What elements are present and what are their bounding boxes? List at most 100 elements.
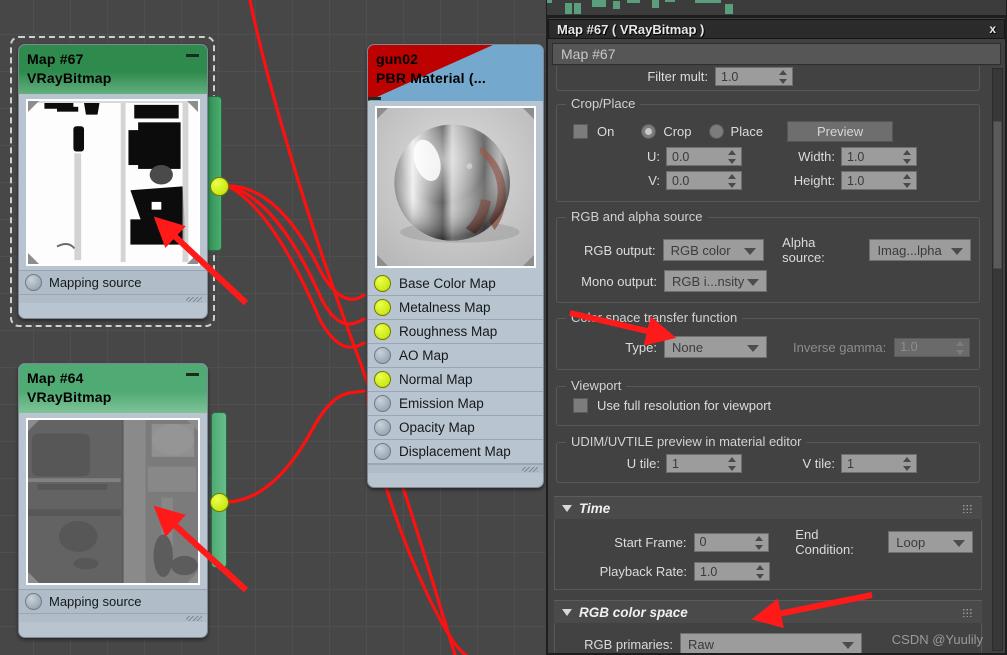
inverse-gamma-label: Inverse gamma: — [793, 339, 887, 355]
panel-vertical-scrollbar[interactable] — [992, 68, 1003, 651]
chevron-down-icon[interactable] — [842, 642, 854, 649]
node-editor-canvas[interactable]: Map #67 VRayBitmap Mapping source Map #6… — [0, 0, 546, 655]
panel-scroll-area[interactable]: Filter mult: 1.0 Crop/Place On Crop Plac… — [548, 66, 1005, 655]
slot-port-icon[interactable] — [374, 443, 391, 460]
mono-output-dropdown[interactable]: RGB i...nsity — [664, 270, 767, 292]
chevron-down-icon[interactable] — [951, 248, 963, 255]
slot-port-icon[interactable] — [374, 275, 391, 292]
table-row[interactable]: Normal Map — [368, 368, 543, 392]
node-header[interactable]: Map #67 VRayBitmap — [19, 45, 207, 94]
input-port-icon[interactable] — [25, 274, 42, 291]
v-tile-stepper[interactable]: 1 — [841, 454, 917, 473]
node-resize-grip[interactable] — [19, 294, 207, 303]
map-name-input[interactable]: Map #67 — [552, 43, 1001, 65]
start-frame-label: Start Frame: — [614, 534, 687, 550]
slot-port-icon[interactable] — [374, 371, 391, 388]
node-thumbnail-wrap — [19, 413, 207, 589]
rgb-primaries-dropdown[interactable]: Raw — [680, 633, 862, 655]
place-radio[interactable] — [708, 124, 724, 139]
u-stepper[interactable]: 0.0 — [666, 147, 742, 166]
node-header[interactable]: gun02 PBR Material (... — [368, 45, 543, 101]
thumb-corner-icon — [523, 108, 534, 119]
inverse-gamma-value: 1.0 — [900, 340, 918, 354]
preview-button[interactable]: Preview — [787, 121, 894, 142]
stepper-arrows-icon[interactable] — [728, 174, 737, 188]
alpha-source-dropdown[interactable]: Imag...lpha — [869, 239, 971, 261]
rgb-alpha-source-group: RGB and alpha source RGB output: RGB col… — [556, 209, 980, 303]
node-input-mapping-source[interactable]: Mapping source — [19, 589, 207, 613]
end-condition-dropdown[interactable]: Loop — [888, 531, 973, 553]
stepper-arrows-icon[interactable] — [779, 70, 788, 84]
minus-icon[interactable] — [186, 373, 199, 376]
node-thumbnail-material[interactable] — [375, 106, 536, 268]
chevron-down-icon[interactable] — [952, 540, 965, 547]
rgb-output-dropdown[interactable]: RGB color — [662, 239, 765, 261]
chevron-down-icon[interactable] — [747, 345, 759, 352]
node-resize-grip[interactable] — [19, 613, 207, 622]
chevron-down-icon[interactable] — [744, 248, 757, 255]
crop-on-checkbox[interactable] — [573, 124, 588, 139]
table-row[interactable]: AO Map — [368, 344, 543, 368]
node-resize-grip[interactable] — [368, 464, 543, 473]
node-output-port[interactable] — [210, 177, 229, 196]
node-output-port[interactable] — [210, 493, 229, 512]
table-row[interactable]: Opacity Map — [368, 416, 543, 440]
rollout-header-time[interactable]: Time — [554, 496, 982, 519]
slot-port-icon[interactable] — [374, 395, 391, 412]
playback-rate-stepper[interactable]: 1.0 — [694, 562, 770, 581]
node-input-mapping-source[interactable]: Mapping source — [19, 270, 207, 294]
crop-radio[interactable] — [641, 124, 657, 139]
rgb-primaries-value: Raw — [688, 636, 715, 652]
drag-handle-icon[interactable] — [962, 608, 973, 617]
filter-mult-stepper[interactable]: 1.0 — [715, 67, 793, 86]
playback-rate-value: 1.0 — [700, 564, 718, 579]
node-header[interactable]: Map #64 VRayBitmap — [19, 364, 207, 413]
node-output-strip[interactable] — [211, 412, 227, 568]
u-tile-stepper[interactable]: 1 — [666, 454, 742, 473]
chevron-down-icon[interactable] — [562, 504, 572, 512]
start-frame-stepper[interactable]: 0 — [693, 532, 770, 552]
drag-handle-icon[interactable] — [962, 504, 973, 513]
transfer-type-dropdown[interactable]: None — [664, 336, 767, 358]
node-thumbnail-map64[interactable] — [26, 418, 200, 585]
chevron-down-icon[interactable] — [562, 608, 572, 616]
slot-port-icon[interactable] — [374, 299, 391, 316]
table-row[interactable]: Roughness Map — [368, 320, 543, 344]
stepper-arrows-icon[interactable] — [728, 457, 737, 471]
node-output-strip[interactable] — [206, 96, 222, 251]
slot-port-icon[interactable] — [374, 347, 391, 364]
table-row[interactable]: Metalness Map — [368, 296, 543, 320]
input-port-icon[interactable] — [25, 593, 42, 610]
full-resolution-checkbox[interactable] — [573, 398, 588, 413]
watermark-text: CSDN @Yuulily — [891, 632, 983, 647]
stepper-arrows-icon[interactable] — [755, 535, 764, 550]
v-stepper[interactable]: 0.0 — [666, 171, 742, 190]
slot-port-icon[interactable] — [374, 419, 391, 436]
rollout-header-rgb-color-space[interactable]: RGB color space — [554, 600, 982, 623]
stepper-arrows-icon[interactable] — [728, 150, 737, 164]
width-stepper[interactable]: 1.0 — [841, 147, 917, 166]
thumb-corner-icon — [523, 255, 534, 266]
stepper-arrows-icon[interactable] — [903, 150, 912, 164]
stepper-arrows-icon[interactable] — [903, 457, 912, 471]
table-row[interactable]: Displacement Map — [368, 440, 543, 464]
slot-label: AO Map — [399, 348, 449, 363]
chevron-down-icon[interactable] — [747, 279, 759, 286]
rgb-output-label: RGB output: — [584, 242, 656, 258]
node-thumbnail-map67[interactable] — [26, 99, 200, 266]
minus-icon[interactable] — [368, 97, 381, 100]
stepper-arrows-icon[interactable] — [903, 174, 912, 188]
u-value: 0.0 — [672, 149, 690, 164]
scrollbar-thumb[interactable] — [993, 121, 1002, 269]
table-row[interactable]: Emission Map — [368, 392, 543, 416]
minus-icon[interactable] — [186, 54, 199, 57]
height-stepper[interactable]: 1.0 — [841, 171, 917, 190]
width-label: Width: — [798, 149, 835, 164]
close-icon[interactable]: x — [989, 22, 996, 36]
v-value: 0.0 — [672, 173, 690, 188]
table-row[interactable]: Base Color Map — [368, 272, 543, 296]
stepper-arrows-icon[interactable] — [756, 565, 765, 579]
node-name: Map #64 — [27, 370, 84, 386]
slot-port-icon[interactable] — [374, 323, 391, 340]
panel-title-bar[interactable]: Map #67 ( VRayBitmap ) x — [548, 19, 1005, 39]
